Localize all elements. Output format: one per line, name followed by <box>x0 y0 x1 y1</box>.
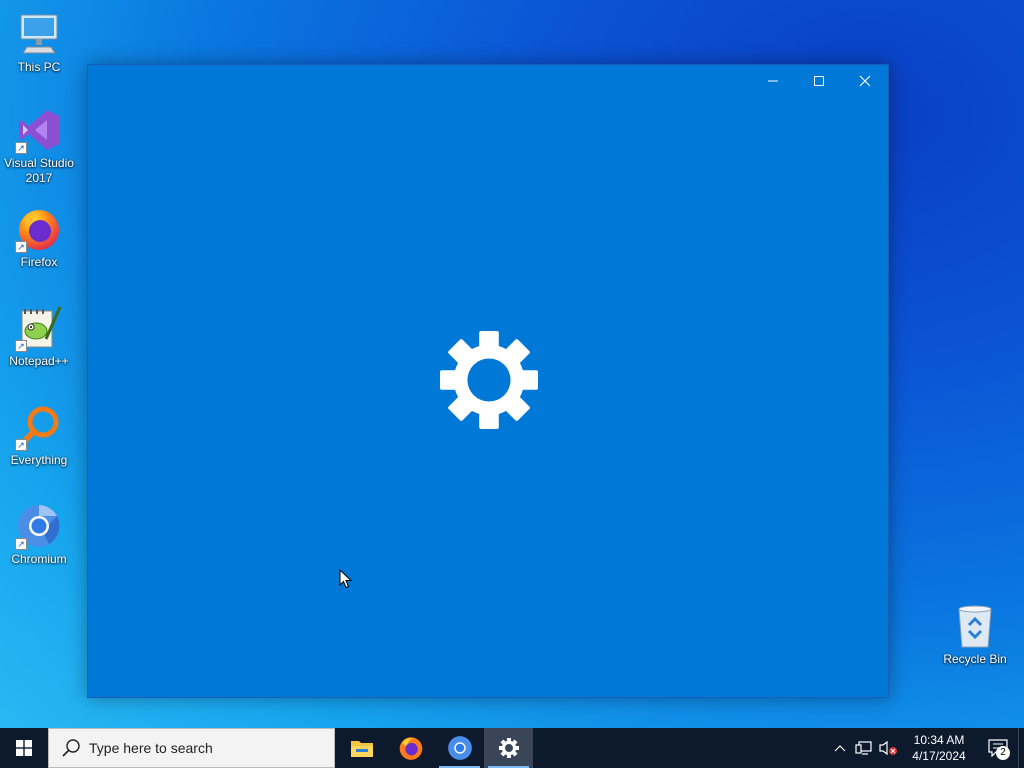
everything-search-icon: ↗ <box>15 403 63 451</box>
shortcut-arrow-icon: ↗ <box>15 439 27 451</box>
recycle-bin-icon <box>951 602 999 650</box>
firefox-icon <box>399 737 422 760</box>
computer-icon <box>15 10 63 58</box>
volume-button[interactable] <box>876 728 900 768</box>
clock-time: 10:34 AM <box>913 733 965 747</box>
minimize-button[interactable] <box>750 65 796 97</box>
network-button[interactable] <box>852 728 876 768</box>
desktop-icon-label: Recycle Bin <box>943 652 1007 666</box>
notepadpp-icon: ↗ <box>15 304 63 352</box>
maximize-button[interactable] <box>796 65 842 97</box>
chevron-up-icon <box>834 745 846 752</box>
taskbar-app-firefox[interactable] <box>386 728 435 768</box>
shortcut-arrow-icon: ↗ <box>15 142 27 154</box>
close-button[interactable] <box>842 65 888 97</box>
notification-count-badge: 2 <box>996 746 1010 760</box>
show-hidden-icons-button[interactable] <box>828 728 852 768</box>
shortcut-arrow-icon: ↗ <box>15 241 27 253</box>
taskbar-app-file-explorer[interactable] <box>337 728 386 768</box>
desktop-icon-everything[interactable]: ↗ Everything <box>1 403 77 468</box>
desktop-icon-firefox[interactable]: ↗ Firefox <box>1 205 77 270</box>
settings-window[interactable] <box>87 64 889 698</box>
system-tray: 10:34 AM 4/17/2024 2 <box>828 728 1024 768</box>
desktop-icon-label: Everything <box>10 453 68 467</box>
desktop-icon-notepadpp[interactable]: ↗ Notepad++ <box>1 304 77 369</box>
search-icon <box>62 739 80 757</box>
volume-muted-icon <box>879 740 897 756</box>
taskbar-clock[interactable]: 10:34 AM 4/17/2024 <box>906 732 972 764</box>
firefox-icon: ↗ <box>15 205 63 253</box>
taskbar-app-settings[interactable] <box>484 728 533 768</box>
start-button[interactable] <box>0 728 48 768</box>
gear-icon <box>440 331 538 429</box>
desktop-icon-label: Firefox <box>20 255 58 269</box>
shortcut-arrow-icon: ↗ <box>15 538 27 550</box>
desktop-icon-label: Chromium <box>11 552 67 566</box>
desktop-icon-recycle-bin[interactable]: Recycle Bin <box>937 602 1013 667</box>
chromium-icon: ↗ <box>15 502 63 550</box>
taskbar: Type here to search 10:34 AM 4/17/2024 2 <box>0 728 1024 768</box>
action-center-button[interactable]: 2 <box>978 728 1018 768</box>
network-icon <box>855 741 872 755</box>
search-placeholder: Type here to search <box>89 740 213 756</box>
shortcut-arrow-icon: ↗ <box>15 340 27 352</box>
mouse-cursor-icon <box>339 569 353 589</box>
taskbar-search-box[interactable]: Type here to search <box>48 728 335 768</box>
clock-date: 4/17/2024 <box>912 749 966 763</box>
close-icon <box>859 75 871 87</box>
desktop: This PC ↗ Visual Studio 2017 ↗ Firefox ↗… <box>0 0 1024 728</box>
folder-icon <box>350 741 373 757</box>
desktop-icon-label: Notepad++ <box>9 354 69 368</box>
desktop-icon-visual-studio[interactable]: ↗ Visual Studio 2017 <box>1 106 77 186</box>
visual-studio-icon: ↗ <box>15 106 63 154</box>
desktop-icon-label: This PC <box>17 60 61 74</box>
desktop-icon-chromium[interactable]: ↗ Chromium <box>1 502 77 567</box>
show-desktop-button[interactable] <box>1018 728 1024 768</box>
gear-icon <box>498 738 519 758</box>
maximize-icon <box>814 76 824 86</box>
taskbar-app-chromium[interactable] <box>435 728 484 768</box>
windows-logo-icon <box>16 740 32 756</box>
desktop-icon-this-pc[interactable]: This PC <box>1 10 77 75</box>
minimize-icon <box>768 80 778 82</box>
desktop-icon-label: Visual Studio 2017 <box>4 156 74 185</box>
chromium-icon <box>447 736 472 760</box>
window-titlebar[interactable] <box>88 65 888 97</box>
